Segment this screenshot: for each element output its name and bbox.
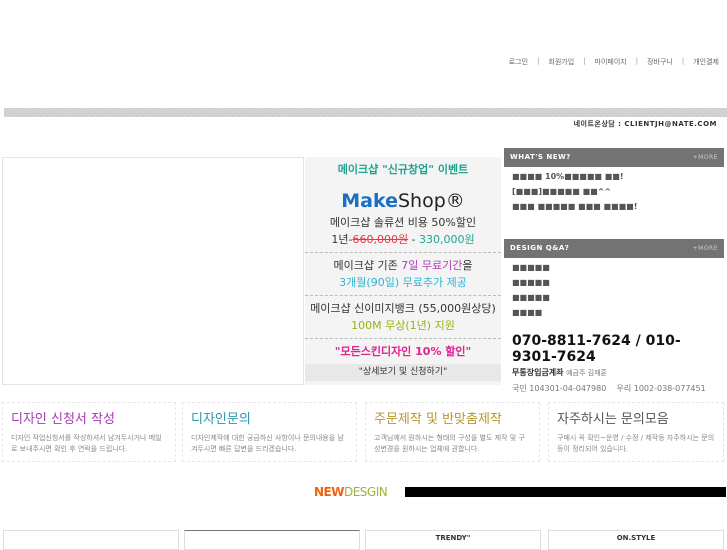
promo-price: 1년-660,000원 - 330,000원 bbox=[331, 233, 475, 246]
whatsnew-header: WHAT'S NEW? +MORE bbox=[504, 148, 724, 167]
cart-link[interactable]: 장바구니 bbox=[647, 57, 673, 67]
join-link[interactable]: 회원가입 bbox=[548, 57, 574, 67]
news-item[interactable]: [■■■]■■■■■ ■■^^ bbox=[504, 184, 724, 199]
box-desc: 구매시 꼭 확인~운영 / 수정 / 제작등 자주하시는 문의등이 정리되어 있… bbox=[557, 434, 715, 453]
header-band bbox=[4, 108, 727, 117]
makeshop-logo: MakeShop® bbox=[341, 190, 465, 212]
box-title: 자주하시는 문의모음 bbox=[557, 412, 669, 427]
news-item[interactable]: ■■■ ■■■■■ ■■■ ■■■■! bbox=[504, 199, 724, 214]
new-design-heading: NEWDESGIN bbox=[314, 485, 388, 499]
nateon-contact: 네이트온상담 : CLIENTJH@NATE.COM bbox=[573, 120, 717, 128]
design-thumbnail[interactable] bbox=[3, 530, 179, 550]
box-desc: 디자인 작업신청서를 작성하셔서 남겨두시거나 메일로 보내주시면 확인 후 연… bbox=[11, 434, 162, 453]
promo-line: "모든스킨디자인 10% 할인" bbox=[334, 345, 472, 358]
main-banner bbox=[2, 157, 304, 385]
qa-item[interactable]: ■■■■■ bbox=[504, 260, 724, 275]
promo-line: 3개월(90일) 무료추가 제공 bbox=[339, 276, 467, 289]
qa-item[interactable]: ■■■■■ bbox=[504, 290, 724, 305]
apply-button[interactable]: "상세보기 및 신청하기" bbox=[305, 364, 501, 381]
box-title: 주문제작 및 반맞춤제작 bbox=[374, 412, 502, 427]
more-link[interactable]: +MORE bbox=[693, 148, 718, 167]
promo-line: 메이크샵 기존 7일 무료기간을 bbox=[333, 259, 473, 272]
bank-accounts: 국민 104301-04-047980 우리 1002-038-077451 bbox=[512, 384, 706, 393]
box-desc: 고객님께서 원하시는 형태의 구성을 별도 제작 및 구성변경을 원하시는 업체… bbox=[374, 434, 525, 453]
design-inquiry-box[interactable]: 디자인문의디자인제작에 대한 궁금하신 사항이나 문의내용을 남겨두시면 빠른 … bbox=[182, 402, 357, 462]
promo-line: 100M 무상(1년) 지원 bbox=[351, 319, 455, 332]
bank-info: 무통장입금계좌 예금주 김재훈 bbox=[512, 368, 607, 377]
design-request-box[interactable]: 디자인 신청서 작성디자인 작업신청서를 작성하셔서 남겨두시거나 메일로 보내… bbox=[2, 402, 176, 462]
promo-line: 메이크샵 신이미지뱅크 (55,000원상당) bbox=[310, 302, 496, 315]
promo-line: 메이크샵 솔류션 비용 50%할인 bbox=[329, 216, 477, 229]
box-desc: 디자인제작에 대한 궁금하신 사항이나 문의내용을 남겨두시면 빠른 답변을 드… bbox=[191, 434, 344, 453]
qa-item[interactable]: ■■■■ bbox=[504, 305, 724, 320]
qa-header: DESIGN Q&A? +MORE bbox=[504, 239, 724, 258]
payment-link[interactable]: 개인결제 bbox=[693, 57, 719, 67]
promo-title: 메이크샵 "신규창업" 이벤트 bbox=[337, 163, 469, 176]
makeshop-promo[interactable]: 메이크샵 "신규창업" 이벤트 MakeShop® 메이크샵 솔류션 비용 50… bbox=[305, 157, 501, 385]
more-link[interactable]: +MORE bbox=[693, 239, 718, 258]
design-thumbnail[interactable]: TRENDY" bbox=[365, 530, 541, 550]
box-title: 디자인 신청서 작성 bbox=[11, 412, 115, 427]
design-thumbnail[interactable] bbox=[184, 530, 360, 550]
qa-item[interactable]: ■■■■■ bbox=[504, 275, 724, 290]
faq-box[interactable]: 자주하시는 문의모음구매시 꼭 확인~운영 / 수정 / 제작등 자주하시는 문… bbox=[548, 402, 724, 462]
top-nav: 로그인 | 회원가입 | 마이페이지 | 장바구니 | 개인결제 bbox=[508, 57, 719, 67]
box-title: 디자인문의 bbox=[191, 412, 251, 427]
section-divider bbox=[405, 487, 726, 497]
custom-order-box[interactable]: 주문제작 및 반맞춤제작고객님께서 원하시는 형태의 구성을 별도 제작 및 구… bbox=[365, 402, 540, 462]
mypage-link[interactable]: 마이페이지 bbox=[595, 57, 627, 67]
phone-number: 070-8811-7624 / 010-9301-7624 bbox=[512, 333, 681, 365]
login-link[interactable]: 로그인 bbox=[509, 57, 528, 67]
news-item[interactable]: ■■■■ 10%■■■■■ ■■! bbox=[504, 169, 724, 184]
design-thumbnail[interactable]: ON.STYLE bbox=[548, 530, 724, 550]
right-panel: WHAT'S NEW? +MORE ■■■■ 10%■■■■■ ■■! [■■■]… bbox=[504, 145, 724, 396]
